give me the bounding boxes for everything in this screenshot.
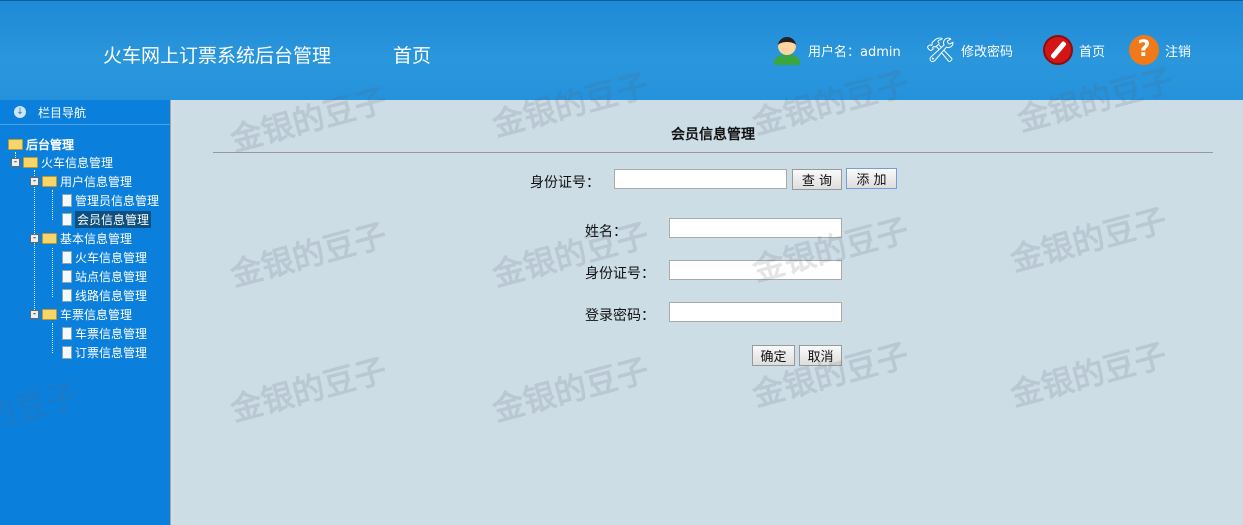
tree-label: 车票信息管理 <box>60 308 133 322</box>
tree-item[interactable]: 线路信息管理 <box>62 286 147 305</box>
collapse-icon[interactable]: - <box>30 177 39 186</box>
add-button[interactable]: 添 加 <box>846 168 897 189</box>
nav-title: 栏目导航 <box>38 105 87 120</box>
logout-link[interactable]: ? 注销 <box>1129 35 1191 65</box>
page-icon <box>62 327 72 340</box>
tools-icon: 🛠 <box>925 36 956 64</box>
tree-label[interactable]: 线路信息管理 <box>75 287 147 304</box>
sidebar-splitter[interactable] <box>170 100 175 525</box>
folder-open-icon <box>8 139 23 150</box>
collapse-icon[interactable]: - <box>11 158 20 167</box>
home-label[interactable]: 首页 <box>1079 41 1105 60</box>
page-icon <box>62 289 72 302</box>
folder-icon <box>42 233 57 244</box>
id-number-input[interactable] <box>669 260 842 280</box>
tree-item[interactable]: 火车信息管理 <box>62 248 147 267</box>
watermark: 金银的豆子 <box>1006 200 1171 279</box>
tree-item[interactable]: 订票信息管理 <box>62 343 147 362</box>
search-id-input[interactable] <box>614 169 787 189</box>
username-label: 用户名：admin <box>808 44 901 60</box>
page-title: 会员信息管理 <box>213 124 1213 153</box>
page-icon <box>62 213 72 226</box>
tree-label[interactable]: 会员信息管理 <box>75 211 152 228</box>
tree-group-user[interactable]: - 用户信息管理 <box>30 172 132 191</box>
search-id-label: 身份证号： <box>530 175 600 191</box>
arrow-down-icon: ↓ <box>14 106 26 118</box>
tree-label[interactable]: 管理员信息管理 <box>75 192 159 209</box>
user-info: 用户名：admin <box>772 35 901 65</box>
home-nav-link[interactable]: 首页 <box>393 41 431 68</box>
page-icon <box>62 346 72 359</box>
tree-label[interactable]: 火车信息管理 <box>75 249 147 266</box>
name-label: 姓名： <box>585 224 627 240</box>
tree-group-train[interactable]: - 火车信息管理 <box>11 153 113 172</box>
password-input[interactable] <box>669 302 842 322</box>
watermark: 金银的豆子 <box>226 350 391 429</box>
page-icon <box>62 194 72 207</box>
tree-root-label: 后台管理 <box>26 138 75 152</box>
system-title: 火车网上订票系统后台管理 <box>103 45 332 67</box>
page-icon <box>62 270 72 283</box>
confirm-button[interactable]: 确定 <box>752 345 795 366</box>
logout-label[interactable]: 注销 <box>1165 41 1191 60</box>
change-password-link[interactable]: 🛠 修改密码 <box>925 35 1013 65</box>
tree-item-selected[interactable]: 会员信息管理 <box>62 210 152 229</box>
tree-item[interactable]: 管理员信息管理 <box>62 191 159 210</box>
watermark: 金银的豆子 <box>488 350 653 429</box>
tree-root[interactable]: 后台管理 <box>8 135 74 154</box>
folder-icon <box>42 176 57 187</box>
tree-label[interactable]: 订票信息管理 <box>75 344 147 361</box>
folder-icon <box>42 309 57 320</box>
tree-item[interactable]: 站点信息管理 <box>62 267 147 286</box>
folder-icon <box>23 157 38 168</box>
tree-group-basic[interactable]: - 基本信息管理 <box>30 229 132 248</box>
collapse-icon[interactable]: - <box>30 310 39 319</box>
home-stop-icon <box>1043 35 1073 65</box>
nav-header: ↓ 栏目导航 <box>0 100 170 125</box>
change-password-label[interactable]: 修改密码 <box>961 41 1013 60</box>
tree-label: 用户信息管理 <box>60 175 133 189</box>
question-icon: ? <box>1129 35 1159 65</box>
tree-group-ticket[interactable]: - 车票信息管理 <box>30 305 132 324</box>
page-icon <box>62 251 72 264</box>
query-button[interactable]: 查 询 <box>792 169 842 190</box>
watermark: 金银的豆子 <box>748 335 913 414</box>
collapse-icon[interactable]: - <box>30 234 39 243</box>
id-number-label: 身份证号： <box>585 266 655 282</box>
tree-label: 火车信息管理 <box>41 156 114 170</box>
watermark: 金银的豆子 <box>226 215 391 294</box>
home-link[interactable]: 首页 <box>1043 35 1105 65</box>
watermark: 金银的豆子 <box>488 215 653 294</box>
tree-label: 基本信息管理 <box>60 232 133 246</box>
watermark: 金银的豆子 <box>1006 335 1171 414</box>
tree-label[interactable]: 车票信息管理 <box>75 325 147 342</box>
header: 火车网上订票系统后台管理 首页 用户名：admin 🛠 修改密码 首页 ? 注销 <box>0 0 1243 100</box>
name-input[interactable] <box>669 218 842 238</box>
sidebar: ↓ 栏目导航 后台管理 - 火车信息管理 - 用户信息管理 管理员信息管理 会员信息管… <box>0 100 170 525</box>
user-avatar-icon <box>772 35 802 65</box>
password-label: 登录密码： <box>585 308 655 324</box>
tree-label[interactable]: 站点信息管理 <box>75 268 147 285</box>
tree-item[interactable]: 车票信息管理 <box>62 324 147 343</box>
cancel-button[interactable]: 取消 <box>799 345 842 366</box>
